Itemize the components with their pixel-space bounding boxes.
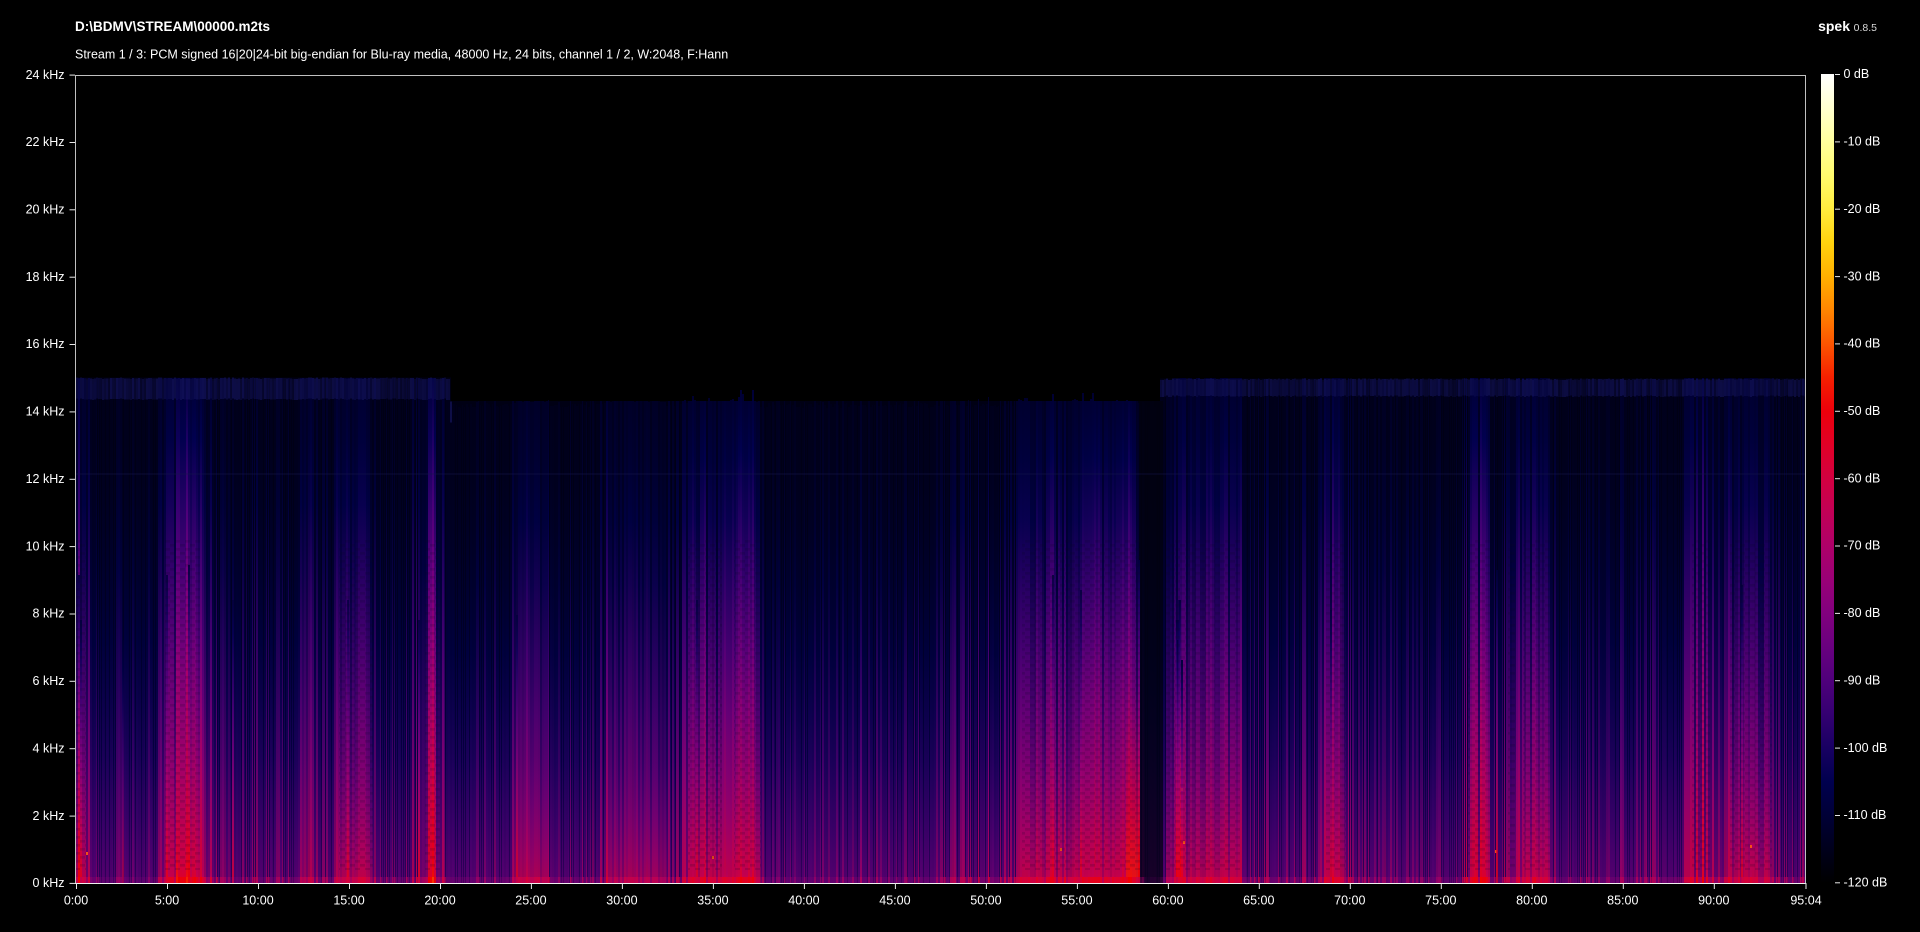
svg-text:-110 dB: -110 dB <box>1844 808 1887 822</box>
svg-text:90:00: 90:00 <box>1698 894 1729 908</box>
svg-text:10:00: 10:00 <box>242 894 273 908</box>
svg-text:4 kHz: 4 kHz <box>33 741 65 755</box>
svg-text:40:00: 40:00 <box>788 894 819 908</box>
svg-text:70:00: 70:00 <box>1334 894 1365 908</box>
svg-text:6 kHz: 6 kHz <box>33 674 65 688</box>
svg-text:0 kHz: 0 kHz <box>33 876 65 890</box>
svg-text:0 dB: 0 dB <box>1844 67 1870 81</box>
svg-text:10 kHz: 10 kHz <box>26 539 65 553</box>
svg-text:2 kHz: 2 kHz <box>33 809 65 823</box>
svg-text:-10 dB: -10 dB <box>1844 135 1881 149</box>
svg-text:20:00: 20:00 <box>424 894 455 908</box>
svg-text:-80 dB: -80 dB <box>1844 606 1881 620</box>
svg-text:75:00: 75:00 <box>1425 894 1456 908</box>
svg-text:65:00: 65:00 <box>1243 894 1274 908</box>
svg-text:15:00: 15:00 <box>333 894 364 908</box>
svg-text:24 kHz: 24 kHz <box>26 68 65 82</box>
svg-text:-50 dB: -50 dB <box>1844 404 1881 418</box>
svg-text:22 kHz: 22 kHz <box>26 135 65 149</box>
svg-text:-30 dB: -30 dB <box>1844 269 1881 283</box>
svg-text:80:00: 80:00 <box>1516 894 1547 908</box>
svg-text:Stream 1 / 3: PCM signed 16|20: Stream 1 / 3: PCM signed 16|20|24-bit bi… <box>75 48 728 62</box>
svg-text:16 kHz: 16 kHz <box>26 337 65 351</box>
svg-text:60:00: 60:00 <box>1152 894 1183 908</box>
svg-text:-120 dB: -120 dB <box>1844 876 1888 890</box>
svg-text:25:00: 25:00 <box>515 894 546 908</box>
svg-text:0:00: 0:00 <box>64 894 88 908</box>
svg-text:0.8.5: 0.8.5 <box>1854 22 1878 34</box>
svg-text:spek: spek <box>1818 18 1850 34</box>
svg-text:-100 dB: -100 dB <box>1844 741 1888 755</box>
svg-text:14 kHz: 14 kHz <box>26 405 65 419</box>
svg-text:-60 dB: -60 dB <box>1844 471 1881 485</box>
svg-text:35:00: 35:00 <box>697 894 728 908</box>
svg-text:-90 dB: -90 dB <box>1844 673 1881 687</box>
svg-text:12 kHz: 12 kHz <box>26 472 65 486</box>
svg-text:85:00: 85:00 <box>1607 894 1638 908</box>
svg-text:-70 dB: -70 dB <box>1844 539 1881 553</box>
svg-text:-20 dB: -20 dB <box>1844 202 1881 216</box>
svg-text:D:\BDMV\STREAM\00000.m2ts: D:\BDMV\STREAM\00000.m2ts <box>75 19 270 34</box>
svg-text:95:04: 95:04 <box>1790 894 1821 908</box>
svg-text:18 kHz: 18 kHz <box>26 270 65 284</box>
svg-text:5:00: 5:00 <box>155 894 179 908</box>
svg-text:-40 dB: -40 dB <box>1844 337 1881 351</box>
svg-text:55:00: 55:00 <box>1061 894 1092 908</box>
svg-text:45:00: 45:00 <box>879 894 910 908</box>
svg-text:30:00: 30:00 <box>606 894 637 908</box>
svg-text:20 kHz: 20 kHz <box>26 203 65 217</box>
svg-text:8 kHz: 8 kHz <box>33 607 65 621</box>
svg-text:50:00: 50:00 <box>970 894 1001 908</box>
